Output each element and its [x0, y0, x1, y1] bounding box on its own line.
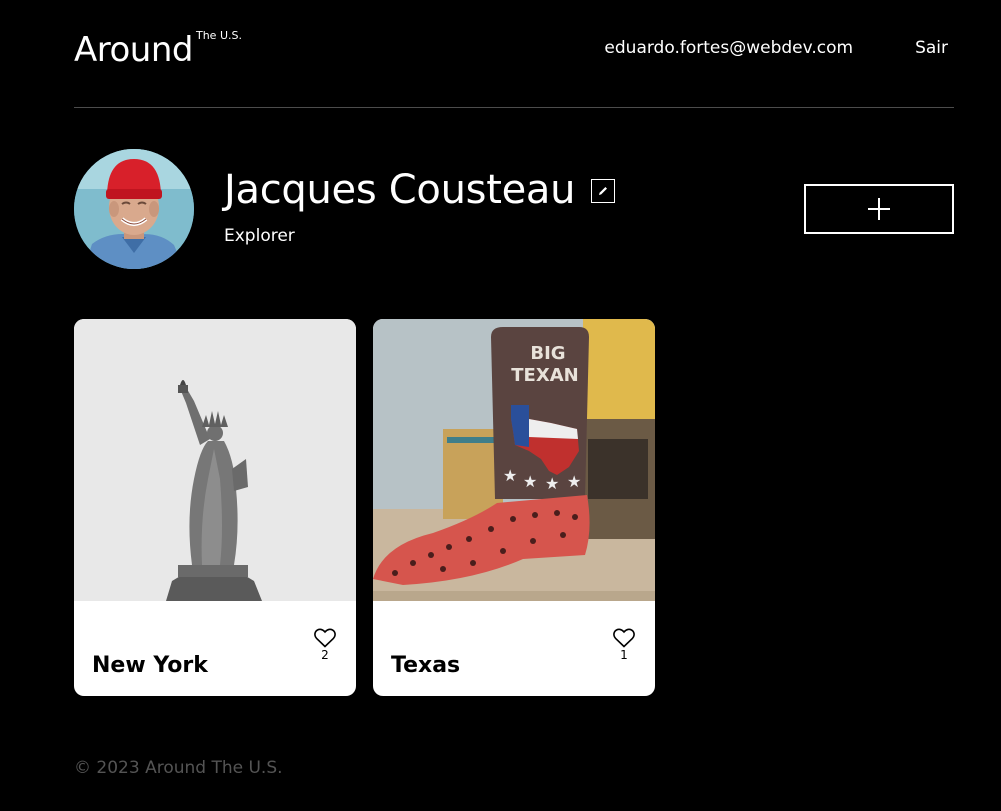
logo: Around The U.S.	[74, 30, 242, 70]
logo-text: Around	[74, 30, 193, 70]
like-count: 1	[620, 648, 628, 662]
place-card: New York 2	[74, 319, 356, 696]
profile-name: Jacques Cousteau	[224, 167, 576, 213]
logout-link[interactable]: Sair	[915, 38, 948, 58]
profile-name-row: Jacques Cousteau	[224, 167, 616, 213]
page: Around The U.S. eduardo.fortes@webdev.co…	[74, 0, 954, 778]
like-count: 2	[321, 648, 329, 662]
svg-text:★: ★	[523, 472, 537, 491]
footer-copyright: © 2023 Around The U.S.	[74, 758, 283, 778]
edit-profile-button[interactable]	[591, 179, 616, 203]
heart-icon	[613, 628, 635, 648]
card-image-statue-of-liberty[interactable]	[74, 319, 356, 601]
avatar[interactable]	[74, 149, 194, 269]
sign-texan: TEXAN	[511, 365, 578, 386]
profile-role: Explorer	[224, 226, 295, 246]
profile: Jacques Cousteau Explorer	[74, 108, 954, 319]
svg-text:★: ★	[567, 472, 581, 491]
plus-icon	[868, 198, 890, 220]
user-email: eduardo.fortes@webdev.com	[604, 38, 854, 58]
svg-text:★: ★	[545, 474, 559, 493]
avatar-image	[74, 149, 194, 269]
logo-superscript: The U.S.	[195, 29, 242, 42]
svg-text:★: ★	[503, 466, 517, 485]
header: Around The U.S. eduardo.fortes@webdev.co…	[74, 0, 954, 108]
footer: © 2023 Around The U.S.	[74, 757, 283, 779]
like-box: 2	[314, 628, 336, 662]
sign-big: BIG	[530, 343, 565, 364]
card-title: New York	[92, 653, 208, 679]
card-image-big-texan-boot[interactable]: BIG TEXAN ★ ★ ★ ★	[373, 319, 655, 601]
like-button[interactable]	[613, 628, 635, 648]
card-footer: New York 2	[74, 601, 356, 696]
place-card: BIG TEXAN ★ ★ ★ ★ Texas 1	[373, 319, 655, 696]
heart-icon	[314, 628, 336, 648]
profile-info: Jacques Cousteau Explorer	[224, 167, 616, 246]
pencil-icon	[599, 187, 608, 195]
card-title: Texas	[391, 653, 461, 679]
like-button[interactable]	[314, 628, 336, 648]
like-box: 1	[613, 628, 635, 662]
add-place-button[interactable]	[804, 184, 954, 234]
header-user-area: eduardo.fortes@webdev.com Sair	[604, 38, 948, 58]
places-gallery: New York 2 BIG TEXAN ★ ★ ★ ★ Texas 1	[74, 319, 954, 696]
card-footer: Texas 1	[373, 601, 655, 696]
